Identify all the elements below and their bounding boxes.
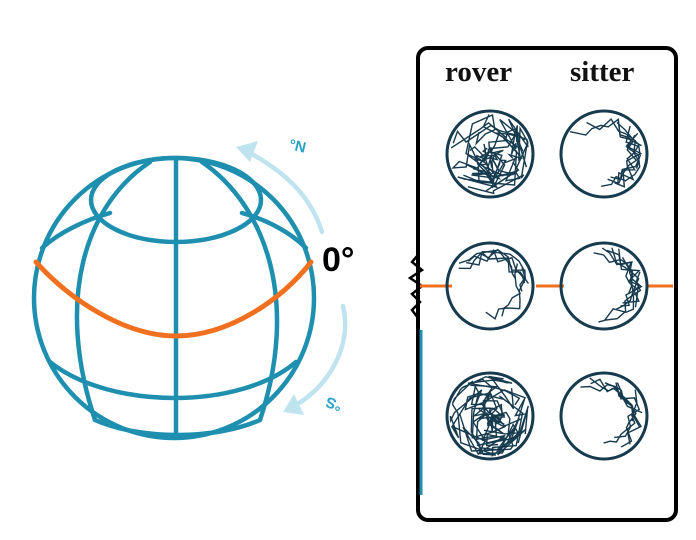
trajectory-path <box>465 113 496 163</box>
sitter-arena-2 <box>559 241 649 331</box>
angle-label: 0° <box>322 241 355 279</box>
sitter-arena-3 <box>559 371 649 461</box>
sitter-arena-1 <box>559 109 649 199</box>
rover-arena-2 <box>445 241 535 331</box>
trajectory-path <box>485 267 527 320</box>
rover-column-header: rover <box>445 56 513 88</box>
rover-arena-3 <box>445 371 535 461</box>
rover-arena-1 <box>445 109 535 199</box>
north-arrowhead <box>236 141 258 162</box>
trajectory-path <box>601 134 641 187</box>
sitter-column-header: sitter <box>570 56 635 88</box>
